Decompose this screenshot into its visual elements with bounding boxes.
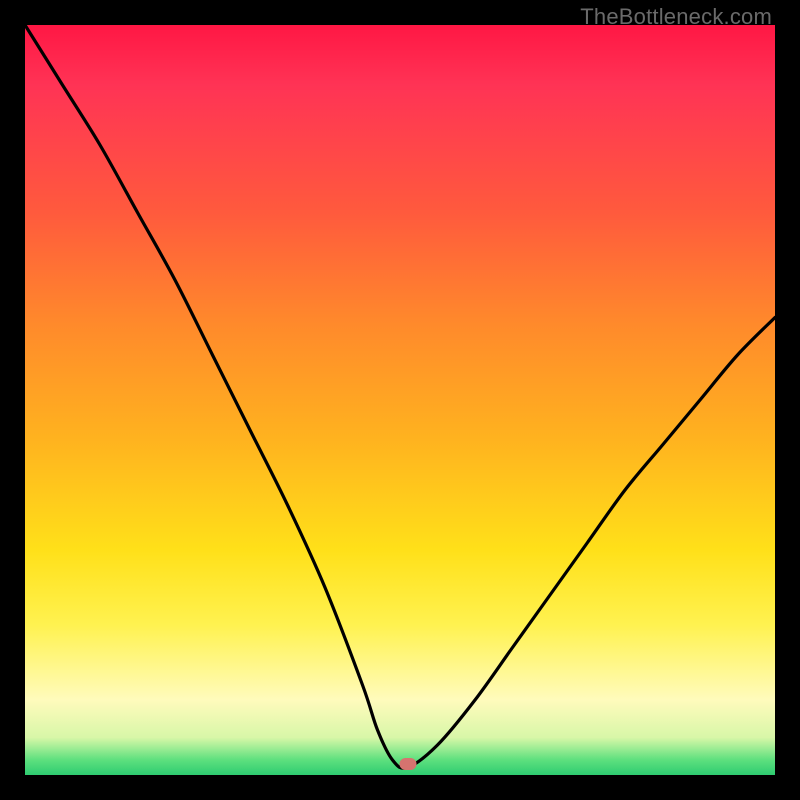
chart-frame: TheBottleneck.com <box>0 0 800 800</box>
watermark-text: TheBottleneck.com <box>580 4 772 30</box>
bottleneck-curve <box>25 25 775 775</box>
plot-area <box>25 25 775 775</box>
bottleneck-marker <box>399 758 416 770</box>
